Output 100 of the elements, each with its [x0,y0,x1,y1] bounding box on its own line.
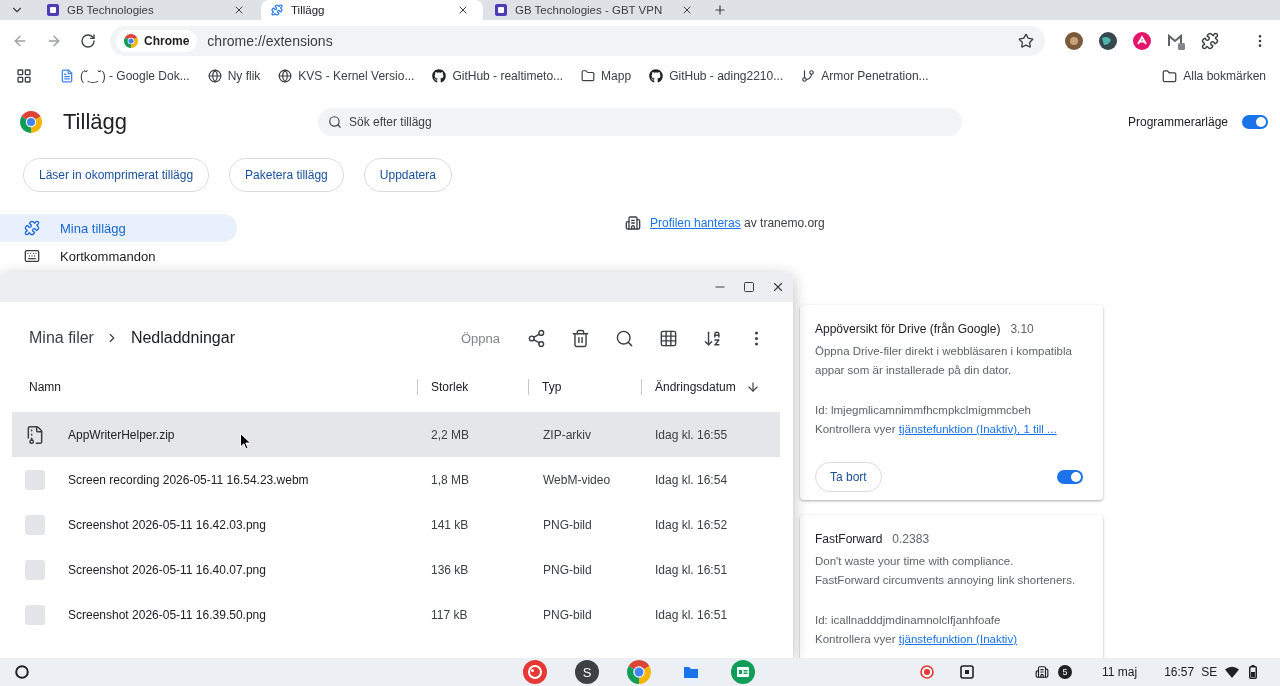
sidebar-item[interactable]: Kortkommandon [0,242,237,270]
puzzle-icon[interactable] [1201,32,1219,50]
star-icon[interactable] [1018,33,1034,49]
file-row[interactable]: AppWriterHelper.zip 2,2 MB ZIP-arkiv Idag kl. 16:55 [12,412,780,457]
inspect-link[interactable]: tjänstefunktion (Inaktiv), 1 till ... [898,423,1057,435]
browser-tab[interactable]: Tillägg [261,0,483,20]
bookmark[interactable]: Armor Penetration... [797,64,933,88]
bookmark[interactable]: Mapp [577,64,636,88]
extension-version: 3.10 [1010,321,1034,337]
action-button[interactable]: Paketera tillägg [229,158,344,192]
thumbnail-placeholder [25,514,45,535]
column-header[interactable]: Namn [12,370,417,404]
bookmark[interactable]: GitHub - realtimeto... [428,64,568,88]
share-icon[interactable] [527,328,546,348]
search-icon [328,115,342,129]
file-size: 136 kB [430,562,470,577]
back-icon[interactable] [12,33,28,49]
github-icon [649,69,664,83]
bookmark[interactable]: (˘‿˘) - Google Dok... [56,64,194,88]
grid-view-icon[interactable] [659,328,678,348]
folder-icon[interactable] [679,660,703,684]
reload-icon[interactable] [80,33,96,49]
action-button[interactable]: Uppdatera [363,158,452,192]
thumbnail-placeholder [25,559,45,580]
sidebar-item[interactable]: Mina tillägg [0,214,237,242]
chrome-icon[interactable] [627,660,651,684]
file-date: Idag kl. 16:54 [654,472,729,487]
file-date: Idag kl. 16:55 [654,427,729,442]
file-date: Idag kl. 16:52 [654,517,729,532]
developer-mode-label: Programmerarläge [1127,115,1228,129]
puzzle-icon [24,220,40,236]
action-button[interactable]: Läser in okomprimerat tillägg [23,158,210,192]
breadcrumb-item[interactable]: Mina filer [29,329,94,347]
time-text[interactable]: 16:57 [1164,665,1195,679]
open-button[interactable]: Öppna [458,326,502,350]
square-icon[interactable] [960,665,974,679]
extension-description: Öppna Drive-filer direkt i webbläsaren i kompatibla appar som är installerade på din dator. [815,344,1073,378]
file-date: Idag kl. 16:51 [654,607,729,622]
building-icon [1035,665,1049,679]
battery-icon[interactable] [1249,665,1258,679]
m-logo-icon[interactable] [1167,32,1185,50]
bookmark[interactable]: Ny flik [203,64,265,88]
address-bar[interactable]: Chrome chrome://extensions [110,26,1045,56]
file-type: PNG-bild [542,562,593,577]
document-icon [60,69,74,83]
column-header[interactable]: Ändringsdatum [641,370,780,404]
favicon-icon [47,4,59,16]
bookmark[interactable]: KVS - Kernel Versio... [274,64,419,88]
inspect-views-text: Kontrollera vyer tjänstefunktion (Inaktiv), 1 till ... [815,422,1058,437]
file-row[interactable]: Screenshot 2026-05-11 16.42.03.png 141 kB PNG-bild Idag kl. 16:52 [12,502,780,547]
toggle-switch[interactable] [1057,470,1083,484]
search-icon[interactable] [615,328,634,348]
app-icon[interactable] [523,660,547,684]
search-field[interactable]: Sök efter tillägg [318,108,962,136]
file-row[interactable]: Screenshot 2026-05-11 16.40.07.png 136 kB PNG-bild Idag kl. 16:51 [12,547,780,592]
launcher-icon[interactable] [15,665,29,679]
github-icon [432,69,447,83]
address-text: chrome://extensions [207,33,334,49]
profile-link[interactable]: Profilen hanteras [650,216,741,230]
close-icon[interactable] [233,4,245,16]
toggle-switch[interactable] [1242,115,1268,129]
extension-icon[interactable] [1099,32,1117,50]
file-name: Screenshot 2026-05-11 16.40.07.png [68,562,266,577]
new-tab-icon[interactable] [713,3,727,17]
wifi-icon[interactable] [1225,666,1240,678]
browser-tab[interactable]: GB Technologies - GBT VPN [485,0,707,20]
date-text[interactable]: 11 maj [1102,665,1138,679]
delete-icon[interactable] [571,328,590,348]
file-row[interactable]: Screen recording 2026-05-11 16.54.23.webm 1,8 MB WebM-video Idag kl. 16:54 [12,457,780,502]
remove-button[interactable]: Ta bort [815,462,882,492]
cursor-icon [240,433,251,450]
bookmark[interactable]: GitHub - ading2210... [645,64,788,88]
extension-icon[interactable] [1065,32,1083,50]
close-icon[interactable] [681,4,693,16]
file-type: WebM-video [542,472,612,487]
close-icon[interactable] [457,4,469,16]
archive-icon [25,424,45,445]
notification-count[interactable]: 5 [1058,665,1072,679]
extension-description: Don't waste your time with compliance. FastForward circumvents annoying link shorteners. [815,554,1077,588]
column-header[interactable]: Storlek [417,370,528,404]
app-icon[interactable] [731,660,755,684]
chrome-logo-icon [20,111,42,133]
record-stop-icon[interactable] [920,665,934,679]
extension-icon[interactable] [1133,32,1151,50]
sort-icon[interactable] [703,328,722,348]
breadcrumb-item[interactable]: Nedladdningar [130,329,235,347]
maximize-icon[interactable] [743,281,755,293]
letter-avatar[interactable]: S [575,660,599,684]
extension-id: Id: icallnadddjmdinamnolclfjanhfoafe [815,613,1002,628]
inspect-link[interactable]: tjänstefunktion (Inaktiv) [898,633,1017,645]
puzzle-icon [271,4,283,16]
file-row[interactable]: Screenshot 2026-05-11 16.39.50.png 117 kB PNG-bild Idag kl. 16:51 [12,592,780,637]
site-info-chip[interactable]: Chrome [116,30,198,52]
browser-tab[interactable]: GB Technologies [37,0,259,20]
apps-icon[interactable] [16,68,32,84]
close-icon[interactable] [771,280,785,294]
column-header[interactable]: Typ [528,370,641,404]
favicon-icon [495,4,507,16]
all-bookmarks-button[interactable]: Alla bokmärken [1158,64,1270,88]
file-name: AppWriterHelper.zip [68,427,175,442]
